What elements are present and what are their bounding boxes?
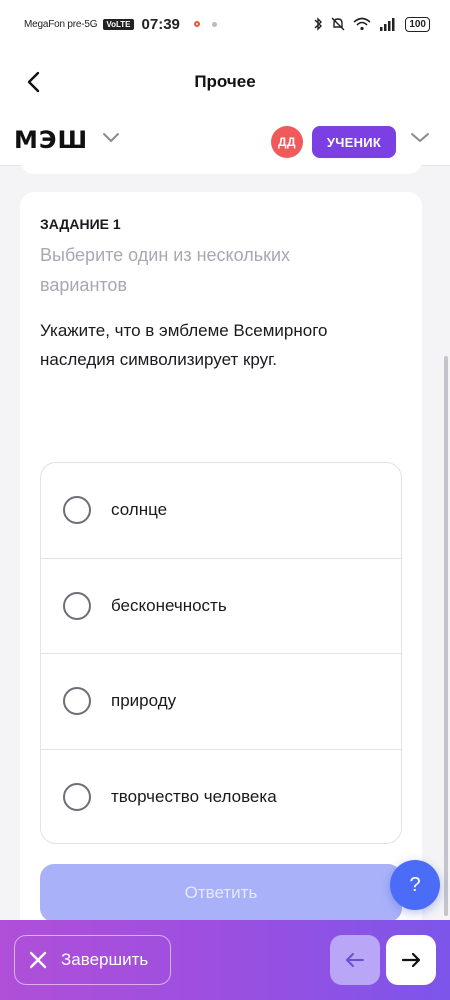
finish-button[interactable]: Завершить: [14, 935, 171, 985]
mesh-logo[interactable]: МЭШ: [14, 126, 88, 154]
help-button[interactable]: ?: [390, 860, 440, 910]
chevron-down-icon[interactable]: [410, 132, 430, 144]
task-label: ЗАДАНИЕ 1: [40, 216, 121, 232]
page-title: Прочее: [194, 72, 256, 91]
volte-badge: VoLTE: [103, 18, 134, 30]
option-label: творчество человека: [111, 787, 277, 807]
notification-dot-icon: [211, 21, 217, 27]
answer-options: солнце бесконечность природу творчество …: [40, 462, 402, 844]
task-card: ЗАДАНИЕ 1 Выберите один из нескольких ва…: [20, 192, 422, 952]
previous-button[interactable]: [330, 935, 380, 985]
bluetooth-icon: [314, 17, 323, 31]
scrollbar-thumb[interactable]: [444, 356, 448, 916]
option-label: природу: [111, 691, 177, 711]
close-icon: [29, 951, 47, 969]
chevron-left-icon: [27, 71, 40, 93]
wifi-icon: [353, 17, 371, 31]
next-button[interactable]: [386, 935, 436, 985]
arrow-left-icon: [346, 953, 364, 967]
option-label: солнце: [111, 500, 168, 520]
radio-button[interactable]: [63, 591, 91, 620]
task-question: Укажите, что в эмблеме Всемирного наслед…: [40, 321, 328, 369]
answer-option[interactable]: творчество человека: [41, 750, 401, 844]
bottom-bar: Завершить: [0, 920, 450, 1000]
app-header: Прочее: [0, 48, 450, 116]
task-hint: Выберите один из нескольких вариантов: [40, 245, 291, 295]
answer-option[interactable]: бесконечность: [41, 559, 401, 654]
notification-icon: [193, 21, 200, 27]
answer-option[interactable]: природу: [41, 654, 401, 750]
radio-button[interactable]: [63, 496, 91, 525]
battery-icon: 100: [405, 16, 430, 32]
signal-icon: [380, 18, 395, 31]
back-button[interactable]: [22, 68, 46, 96]
answer-option[interactable]: солнце: [41, 463, 401, 559]
radio-button[interactable]: [63, 687, 91, 716]
submit-button[interactable]: Ответить: [40, 864, 402, 922]
status-left: MegaFon pre-5G VoLTE 07:39: [24, 16, 217, 33]
finish-label: Завершить: [61, 950, 149, 969]
status-time: 07:39: [141, 15, 180, 33]
option-label: бесконечность: [111, 595, 227, 615]
avatar[interactable]: ДД: [271, 126, 303, 158]
status-right: 100: [313, 16, 430, 32]
mute-icon: [331, 17, 345, 31]
carrier-name: MegaFon pre-5G: [24, 18, 98, 30]
status-bar: MegaFon pre-5G VoLTE 07:39 100: [0, 0, 450, 48]
radio-button[interactable]: [63, 783, 91, 812]
role-badge[interactable]: УЧЕНИК: [312, 126, 396, 158]
chevron-down-icon[interactable]: [102, 132, 120, 144]
previous-card: [20, 158, 422, 174]
arrow-right-icon: [401, 952, 421, 968]
